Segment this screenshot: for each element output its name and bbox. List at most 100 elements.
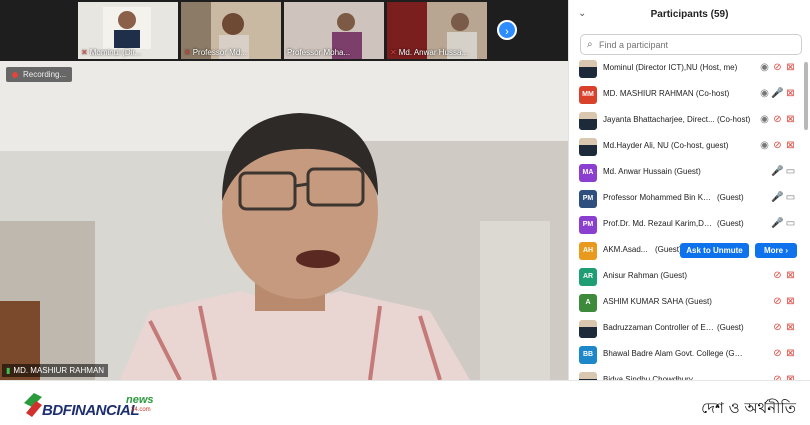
microphone-muted-icon[interactable]: ⊘: [771, 296, 784, 307]
participant-row[interactable]: PM Professor Mohammed Bin Kashem, ...(Gue…: [569, 186, 801, 212]
avatar-initials: A: [579, 294, 597, 312]
participant-name: Md.Hayder Ali, NU (Co-host, guest): [603, 141, 729, 150]
camera-off-icon[interactable]: ⊠: [784, 270, 797, 281]
participant-name: Jayanta Bhattacharjee, Direct...: [603, 115, 715, 124]
active-speaker-name: ▮ MD. MASHIUR RAHMAN: [2, 364, 109, 377]
participant-name: AKM.Asad...: [603, 245, 648, 254]
mic-off-icon: ✕: [184, 48, 191, 57]
video-thumbnail[interactable]: Professor Moha...: [284, 2, 384, 59]
avatar-initials: PM: [579, 216, 597, 234]
camera-off-icon[interactable]: ⊠: [784, 62, 797, 73]
microphone-icon[interactable]: 🎤: [771, 88, 784, 99]
microphone-icon[interactable]: 🎤: [771, 218, 784, 229]
thumbnail-name: Professor Moha...: [287, 48, 351, 57]
camera-off-icon[interactable]: ⊠: [784, 348, 797, 359]
participant-list: Mominul (Director ICT),NU (Host, me) ◉ ⊘ ⊠ M…: [569, 56, 801, 380]
brand-domain: 24.com: [131, 407, 151, 413]
participant-row[interactable]: MA Md. Anwar Hussain (Guest) 🎤 ▭: [569, 160, 801, 186]
camera-off-icon[interactable]: ⊠: [784, 114, 797, 125]
next-page-button[interactable]: ›: [497, 20, 517, 40]
camera-off-icon[interactable]: ⊠: [784, 296, 797, 307]
participant-name: Professor Mohammed Bin Kashem, ...: [603, 193, 715, 202]
avatar-photo: [579, 60, 597, 78]
participants-panel-header: ⌄ Participants (59): [569, 0, 810, 28]
microphone-icon[interactable]: 🎤: [771, 192, 784, 203]
mic-off-icon: ✕: [81, 48, 88, 57]
participant-row[interactable]: A ASHIM KUMAR SAHA (Guest) ⊘ ⊠: [569, 290, 801, 316]
participant-status-icons: 🎤 ▭: [771, 166, 797, 178]
participant-role: (Guest): [655, 245, 682, 254]
thumbnail-name: ✕ Md. Anwar Hussa...: [390, 48, 469, 57]
speaker-video-image: [0, 61, 568, 380]
participant-row[interactable]: PM Prof.Dr. Md. Rezaul Karim,Debendr...(G…: [569, 212, 801, 238]
microphone-muted-icon[interactable]: ⊘: [771, 140, 784, 151]
camera-icon[interactable]: ▭: [784, 192, 797, 203]
participant-status-icons: ◉ ⊘ ⊠: [758, 62, 797, 74]
microphone-muted-icon[interactable]: ⊘: [771, 322, 784, 333]
avatar-photo: [579, 138, 597, 156]
participant-role: (Guest): [717, 219, 744, 228]
thumbnail-name: ✕ Mominul (Dir...: [81, 48, 142, 57]
participant-row[interactable]: AH AKM.Asad... (Guest) Ask to Unmute More ›: [569, 238, 801, 264]
participant-status-icons: ◉ 🎤 ⊠: [758, 88, 797, 100]
participant-role: (Guest): [717, 193, 744, 202]
participant-row[interactable]: Md.Hayder Ali, NU (Co-host, guest) ◉ ⊘ ⊠: [569, 134, 801, 160]
participant-row[interactable]: BB Bhawal Badre Alam Govt. College (Guest…: [569, 342, 801, 368]
participant-row[interactable]: Jayanta Bhattacharjee, Direct... (Co-host…: [569, 108, 801, 134]
eye-icon[interactable]: ◉: [758, 140, 771, 151]
screenshot-root: ✕ Mominul (Dir... ✕ Professor Md... Profes…: [0, 0, 810, 425]
brand-logo-icon: [24, 393, 42, 417]
video-thumbnail[interactable]: ✕ Mominul (Dir...: [78, 2, 178, 59]
video-thumbnail[interactable]: ✕ Md. Anwar Hussa...: [387, 2, 487, 59]
camera-off-icon[interactable]: ⊠: [784, 88, 797, 99]
camera-icon[interactable]: ▭: [784, 166, 797, 177]
camera-off-icon[interactable]: ⊠: [784, 140, 797, 151]
participant-status-icons: ◉ ⊘ ⊠: [758, 114, 797, 126]
avatar-initials: BB: [579, 346, 597, 364]
record-icon: [12, 71, 18, 78]
participant-name: Mominul (Director ICT),NU (Host, me): [603, 63, 738, 72]
participant-status-icons: 🎤 ▭: [771, 218, 797, 230]
participant-status-icons: ⊘ ⊠: [771, 270, 797, 282]
ask-to-unmute-button[interactable]: Ask to Unmute: [680, 243, 749, 258]
participant-status-icons: ⊘ ⊠: [771, 296, 797, 308]
avatar-initials: AH: [579, 242, 597, 260]
participant-name: Bhawal Badre Alam Govt. College (Guest): [603, 349, 743, 358]
search-icon: ⌕: [587, 39, 593, 50]
microphone-icon[interactable]: 🎤: [771, 166, 784, 177]
brand-news: news: [126, 394, 154, 406]
microphone-muted-icon[interactable]: ⊘: [771, 62, 784, 73]
chevron-right-icon: ›: [505, 26, 509, 38]
camera-off-icon[interactable]: ⊠: [784, 322, 797, 333]
meeting-area: ✕ Mominul (Dir... ✕ Professor Md... Profes…: [0, 0, 568, 380]
participant-row[interactable]: AR Anisur Rahman (Guest) ⊘ ⊠: [569, 264, 801, 290]
participant-name: MD. MASHIUR RAHMAN (Co-host): [603, 89, 730, 98]
participant-row[interactable]: MM MD. MASHIUR RAHMAN (Co-host) ◉ 🎤 ⊠: [569, 82, 801, 108]
avatar-photo: [579, 372, 597, 380]
more-button[interactable]: More ›: [755, 243, 797, 258]
eye-icon[interactable]: ◉: [758, 114, 771, 125]
participant-row[interactable]: Mominul (Director ICT),NU (Host, me) ◉ ⊘ ⊠: [569, 56, 801, 82]
avatar-initials: MA: [579, 164, 597, 182]
avatar-initials: AR: [579, 268, 597, 286]
participant-name: Anisur Rahman (Guest): [603, 271, 688, 280]
microphone-muted-icon[interactable]: ⊘: [771, 348, 784, 359]
eye-icon[interactable]: ◉: [758, 88, 771, 99]
microphone-muted-icon[interactable]: ⊘: [771, 270, 784, 281]
microphone-muted-icon[interactable]: ⊘: [771, 114, 784, 125]
participants-title: Participants (59): [650, 9, 729, 20]
brand-tagline: দেশ ও অর্থনীতি: [701, 399, 796, 417]
participant-status-icons: ◉ ⊘ ⊠: [758, 140, 797, 152]
video-thumbnail-strip: ✕ Mominul (Dir... ✕ Professor Md... Profes…: [0, 0, 568, 61]
camera-icon[interactable]: ▭: [784, 218, 797, 229]
recording-indicator[interactable]: Recording...: [6, 67, 73, 82]
participant-name: Prof.Dr. Md. Rezaul Karim,Debendr...: [603, 219, 715, 228]
participant-status-icons: ⊘ ⊠: [771, 348, 797, 360]
participant-row[interactable]: Bidya Sindhu Chowdhury, ... ⊘ ⊠: [569, 368, 801, 380]
video-thumbnail[interactable]: ✕ Professor Md...: [181, 2, 281, 59]
active-speaker-video: ▮ MD. MASHIUR RAHMAN: [0, 61, 568, 380]
participant-row[interactable]: Badruzzaman Controller of Exam,N U(Guest…: [569, 316, 801, 342]
eye-icon[interactable]: ◉: [758, 62, 771, 73]
scrollbar[interactable]: [804, 62, 808, 130]
search-input[interactable]: [599, 37, 794, 52]
